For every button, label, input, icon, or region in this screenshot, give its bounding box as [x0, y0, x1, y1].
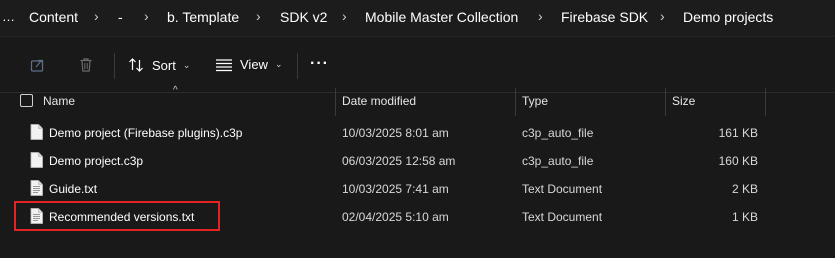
text-file-icon [30, 180, 43, 196]
breadcrumb-item-template[interactable]: b. Template [167, 9, 239, 25]
trash-icon[interactable] [78, 57, 94, 73]
breadcrumb-item-sdk-v2[interactable]: SDK v2 [280, 9, 327, 25]
chevron-right-icon[interactable]: › [538, 8, 543, 24]
more-options-button[interactable]: ··· [310, 55, 329, 73]
column-divider[interactable] [515, 88, 516, 116]
chevron-right-icon[interactable]: › [94, 8, 99, 24]
column-header-size[interactable]: Size [672, 94, 695, 108]
view-lines-icon [216, 58, 232, 71]
toolbar-divider [114, 53, 115, 79]
blank-file-icon [30, 152, 43, 168]
file-row[interactable]: Guide.txt 10/03/2025 7:41 am Text Docume… [0, 175, 835, 203]
file-date: 10/03/2025 8:01 am [342, 126, 449, 140]
column-header-date-modified[interactable]: Date modified [342, 94, 416, 108]
column-header-row: ^ Name Date modified Type Size [0, 85, 835, 116]
file-type: Text Document [522, 182, 603, 196]
file-row[interactable]: Demo project (Firebase plugins).c3p 10/0… [0, 119, 835, 147]
column-header-name[interactable]: Name [43, 94, 75, 108]
file-size: 160 KB [718, 154, 758, 168]
sort-arrows-icon [129, 58, 143, 72]
sort-button[interactable]: Sort ⌄ [128, 57, 190, 73]
command-bar: Sort ⌄ View ⌄ ··· [0, 37, 835, 93]
file-name: Guide.txt [49, 182, 98, 196]
file-type: Text Document [522, 210, 603, 224]
view-button[interactable]: View ⌄ [215, 57, 283, 72]
view-label: View [240, 57, 268, 72]
chevron-right-icon[interactable]: › [342, 8, 347, 24]
file-size: 161 KB [718, 126, 758, 140]
breadcrumb-item-firebase-sdk[interactable]: Firebase SDK [561, 9, 648, 25]
breadcrumb-item-mobile-master-collection[interactable]: Mobile Master Collection [365, 9, 518, 25]
blank-file-icon [30, 124, 43, 140]
file-row[interactable]: Demo project.c3p 06/03/2025 12:58 am c3p… [0, 147, 835, 175]
highlight-annotation [14, 201, 220, 231]
chevron-right-icon[interactable]: › [660, 8, 665, 24]
chevron-right-icon[interactable]: › [256, 8, 261, 24]
chevron-down-icon: ⌄ [274, 59, 283, 69]
breadcrumb-overflow-button[interactable]: … [2, 9, 16, 24]
file-date: 06/03/2025 12:58 am [342, 154, 456, 168]
select-all-checkbox[interactable] [20, 94, 33, 107]
breadcrumb-item-content[interactable]: Content [29, 9, 78, 25]
share-icon[interactable] [30, 57, 46, 73]
column-divider[interactable] [665, 88, 666, 116]
chevron-right-icon[interactable]: › [144, 8, 149, 24]
column-header-type[interactable]: Type [522, 94, 548, 108]
sort-label: Sort [152, 57, 176, 73]
file-name: Demo project (Firebase plugins).c3p [49, 126, 243, 140]
breadcrumb-item-demo-projects[interactable]: Demo projects [683, 9, 773, 25]
file-date: 02/04/2025 5:10 am [342, 210, 449, 224]
breadcrumb-item-dash[interactable]: - [118, 9, 123, 25]
sort-ascending-icon: ^ [173, 85, 178, 96]
breadcrumb: … Content › - › b. Template › SDK v2 › M… [0, 0, 835, 37]
chevron-down-icon: ⌄ [182, 59, 191, 70]
file-size: 2 KB [731, 182, 758, 196]
file-type: c3p_auto_file [522, 126, 594, 140]
file-name: Demo project.c3p [49, 154, 144, 168]
file-size: 1 KB [731, 210, 758, 224]
file-type: c3p_auto_file [522, 154, 594, 168]
column-divider[interactable] [335, 88, 336, 116]
column-divider[interactable] [765, 88, 766, 116]
toolbar-divider [297, 53, 298, 79]
file-date: 10/03/2025 7:41 am [342, 182, 449, 196]
